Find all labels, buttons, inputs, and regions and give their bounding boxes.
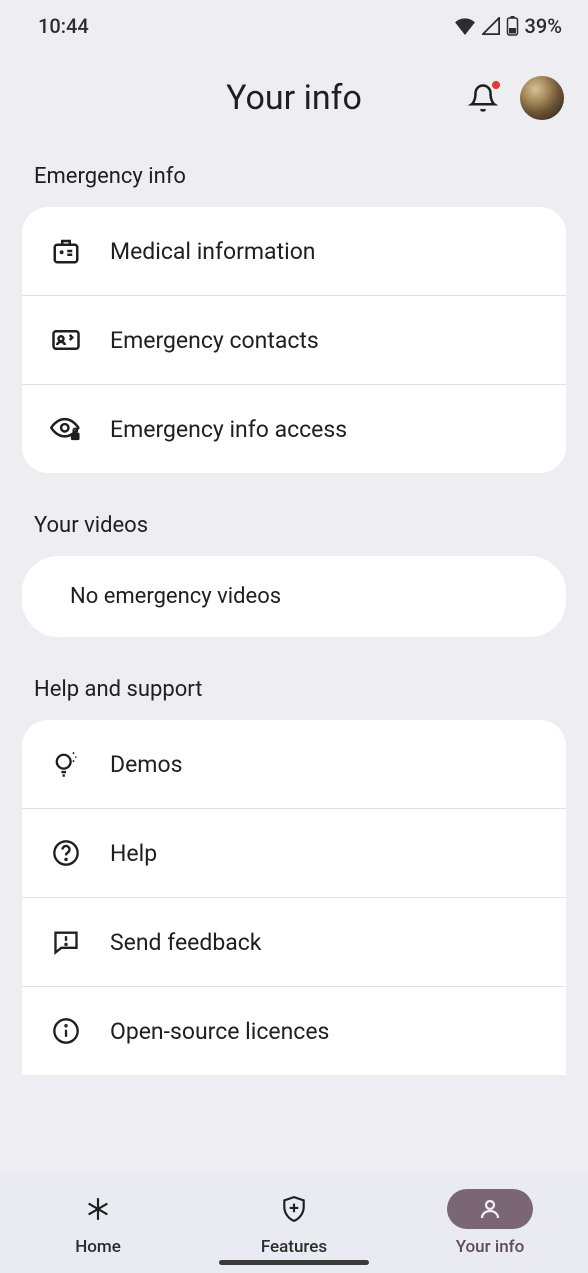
battery-icon	[506, 16, 519, 36]
list-label: Medical information	[110, 238, 316, 265]
section-header-help: Help and support	[0, 671, 588, 720]
gesture-handle[interactable]	[219, 1260, 369, 1265]
emergency-card: Medical information Emergency contacts E…	[22, 207, 566, 473]
wifi-icon	[454, 17, 476, 35]
section-header-videos: Your videos	[0, 507, 588, 556]
send-feedback-item[interactable]: Send feedback	[22, 897, 566, 986]
emergency-contacts-item[interactable]: Emergency contacts	[22, 295, 566, 384]
medical-information-item[interactable]: Medical information	[22, 207, 566, 295]
section-header-emergency: Emergency info	[0, 158, 588, 207]
battery-percent: 39%	[525, 14, 562, 38]
demos-item[interactable]: Demos	[22, 720, 566, 808]
emergency-info-access-item[interactable]: Emergency info access	[22, 384, 566, 473]
contacts-icon	[50, 324, 82, 356]
list-label: Send feedback	[110, 929, 261, 956]
lightbulb-icon	[50, 748, 82, 780]
status-time: 10:44	[38, 14, 89, 38]
help-card: Demos Help Send feedback Open-source lic…	[22, 720, 566, 1075]
videos-card[interactable]: No emergency videos	[22, 556, 566, 637]
avatar[interactable]	[520, 76, 564, 120]
help-item[interactable]: Help	[22, 808, 566, 897]
open-source-licences-item[interactable]: Open-source licences	[22, 986, 566, 1075]
eye-lock-icon	[50, 413, 82, 445]
nav-features[interactable]: Features	[196, 1189, 392, 1257]
nav-label: Features	[261, 1237, 327, 1257]
asterisk-icon	[85, 1196, 111, 1222]
medical-info-icon	[50, 235, 82, 267]
notification-dot-icon	[492, 81, 500, 89]
list-label: Help	[110, 840, 157, 867]
page-title: Your info	[226, 78, 362, 118]
cell-signal-icon	[482, 17, 500, 35]
list-label: Demos	[110, 751, 182, 778]
feedback-icon	[50, 926, 82, 958]
person-icon	[478, 1197, 502, 1221]
nav-label: Home	[75, 1237, 121, 1257]
bottom-nav: Home Features Your info	[0, 1173, 588, 1273]
header: Your info	[0, 48, 588, 158]
notifications-button[interactable]	[468, 83, 498, 113]
help-icon	[50, 837, 82, 869]
list-label: Emergency contacts	[110, 327, 319, 354]
nav-home[interactable]: Home	[0, 1189, 196, 1257]
list-label: Emergency info access	[110, 416, 347, 443]
list-label: Open-source licences	[110, 1018, 329, 1045]
status-bar: 10:44 39%	[0, 0, 588, 48]
nav-your-info[interactable]: Your info	[392, 1189, 588, 1257]
nav-label: Your info	[456, 1237, 525, 1257]
empty-videos-text: No emergency videos	[70, 584, 518, 609]
status-icons: 39%	[454, 14, 562, 38]
info-icon	[50, 1015, 82, 1047]
shield-plus-icon	[281, 1195, 307, 1223]
